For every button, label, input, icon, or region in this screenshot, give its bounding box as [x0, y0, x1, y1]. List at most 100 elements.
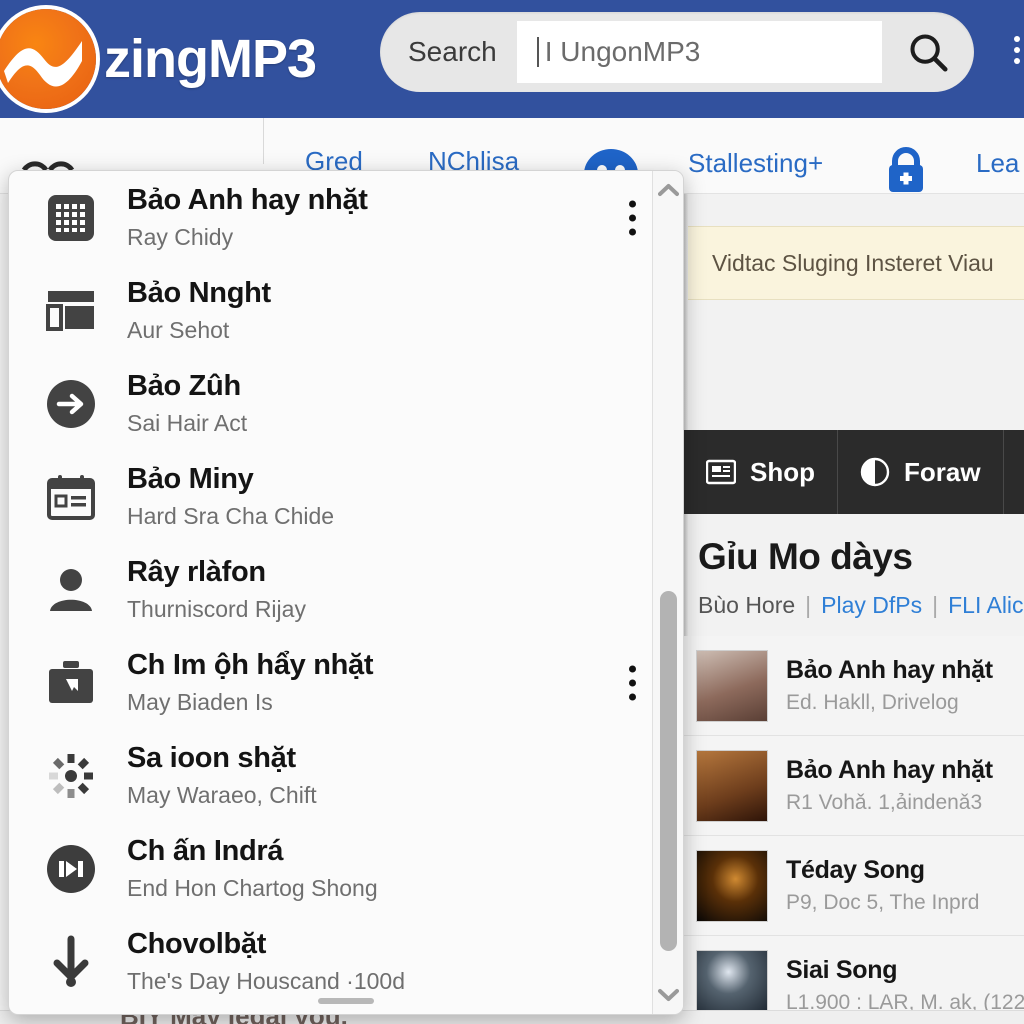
separator: | — [932, 592, 939, 618]
dropdown-scrollbar[interactable] — [652, 171, 683, 1014]
zing-wave-logo-icon — [0, 9, 96, 109]
result-texts: Bảo Anh hay nhặt Ed. Hakll, Drivelog — [786, 656, 993, 715]
list-item[interactable]: Bảo Miny Hard Sra Cha Chide — [9, 450, 654, 543]
list-item-texts: Sa ioon shặt May Waraeo, Chift — [127, 742, 654, 809]
toolbar-item-foraw[interactable]: Foraw — [838, 430, 1004, 514]
kebab-dot — [629, 228, 636, 235]
result-thumbnail — [696, 749, 768, 822]
list-item-overflow-menu[interactable] — [629, 665, 636, 700]
nav-link-stallesting[interactable]: Stallesting+ — [688, 148, 823, 179]
result-row[interactable]: Bảo Anh hay nhặt R1 Vohǎ. 1,ảindenǎ3 — [684, 736, 1024, 836]
result-texts: Téday Song P9, Doc 5, The Inprd — [786, 856, 979, 915]
scrollbar-thumb[interactable] — [660, 591, 677, 951]
section-link-fli-alic[interactable]: FLI Alic — [948, 592, 1023, 619]
kebab-dot — [629, 679, 636, 686]
list-item-subtitle: May Waraeo, Chift — [127, 782, 317, 808]
list-item-title: Bảo Nnght — [127, 277, 271, 309]
notice-banner: Vidtac Sluging Insteret Viau — [684, 226, 1024, 300]
magnifier-icon — [910, 34, 948, 72]
section-header: Gỉu Mo dàys Bùo Hore | Play DfPs | FLI A… — [698, 536, 1024, 619]
list-item-texts: Bảo Zûh Sai Hair Act — [127, 370, 654, 437]
app-header: zingMP3 Search I UngonMP3 — [0, 0, 1024, 118]
list-item-title: Sa ioon shặt — [127, 742, 296, 774]
list-item-title: Ch Im ộh hẩy nhặt — [127, 649, 374, 681]
arrow-right-circle-icon — [45, 378, 97, 430]
video-folder-icon — [45, 657, 97, 709]
list-item-subtitle: Thurniscord Rijay — [127, 596, 306, 622]
list-item-overflow-menu[interactable] — [629, 200, 636, 235]
list-item[interactable]: Chovolbặt The's Day Houscand ·100d — [9, 915, 654, 1008]
list-item-title: Ch ấn Indrá — [127, 835, 284, 867]
search-input[interactable]: I UngonMP3 — [516, 21, 882, 83]
list-item[interactable]: Bảo Anh hay nhặt Ray Chidy — [9, 171, 654, 264]
nav-divider — [263, 118, 264, 164]
notice-text: Vidtac Sluging Insteret Viau — [712, 249, 994, 276]
result-subtitle: R1 Vohǎ. 1,ảindenǎ3 — [786, 791, 983, 814]
list-item[interactable]: Ch ấn Indrá End Hon Chartog Shong — [9, 822, 654, 915]
sheet-drag-handle[interactable] — [318, 998, 374, 1004]
kebab-dot — [629, 214, 636, 221]
result-list: Bảo Anh hay nhặt Ed. Hakll, Drivelog Bảo… — [684, 636, 1024, 1024]
list-item-title: Bảo Miny — [127, 463, 254, 495]
chevron-down-icon[interactable] — [653, 978, 683, 1012]
list-item-title: Bảo Anh hay nhặt — [127, 184, 368, 216]
app-root: zingMP3 Search I UngonMP3 Gred NChlisa S… — [0, 0, 1024, 1024]
chevron-up-icon[interactable] — [653, 173, 683, 207]
list-item-subtitle: Ray Chidy — [127, 224, 234, 250]
text-caret — [536, 37, 539, 67]
spinner-icon — [45, 750, 97, 802]
list-item-subtitle: Aur Sehot — [127, 317, 230, 343]
toolbar-label: Foraw — [904, 456, 981, 487]
result-row[interactable]: Téday Song P9, Doc 5, The Inprd — [684, 836, 1024, 936]
dark-toolbar: Shop Foraw — [684, 430, 1024, 514]
header-overflow-menu[interactable] — [1014, 36, 1020, 64]
list-item[interactable]: Sa ioon shặt May Waraeo, Chift — [9, 729, 654, 822]
list-item-texts: Bảo Miny Hard Sra Cha Chide — [127, 463, 654, 530]
toolbar-label: Shop — [750, 456, 815, 487]
result-thumbnail — [696, 649, 768, 722]
list-item-texts: Chovolbặt The's Day Houscand ·100d — [127, 928, 654, 995]
result-row[interactable]: Bảo Anh hay nhặt Ed. Hakll, Drivelog — [684, 636, 1024, 736]
separator: | — [805, 592, 812, 618]
section-link-static: Bùo Hore — [698, 592, 796, 618]
kebab-dot — [629, 693, 636, 700]
blue-lock-icon[interactable] — [882, 144, 930, 199]
list-item-title: Bảo Zûh — [127, 370, 241, 402]
list-item[interactable]: Rây rlàfon Thurniscord Rijay — [9, 543, 654, 636]
list-item-title: Rây rlàfon — [127, 556, 266, 588]
list-item-texts: Bảo Nnght Aur Sehot — [127, 277, 654, 344]
result-title: Siai Song — [786, 956, 898, 984]
list-item-texts: Bảo Anh hay nhặt Ray Chidy — [127, 184, 654, 251]
nav-link-lea[interactable]: Lea — [976, 148, 1019, 179]
calendar-list-icon — [45, 471, 97, 523]
result-subtitle: Ed. Hakll, Drivelog — [786, 691, 959, 714]
list-item[interactable]: Bảo Zûh Sai Hair Act — [9, 357, 654, 450]
eyes-glyph-icon — [20, 140, 78, 174]
person-icon — [45, 564, 97, 616]
search-bar[interactable]: Search I UngonMP3 — [380, 12, 974, 92]
list-item[interactable]: Ch Im ộh hẩy nhặt May Biaden Is — [9, 636, 654, 729]
list-item-subtitle: Hard Sra Cha Chide — [127, 503, 335, 529]
list-item-texts: Ch ấn Indrá End Hon Chartog Shong — [127, 835, 654, 902]
list-item-subtitle: End Hon Chartog Shong — [127, 875, 378, 901]
list-item-subtitle: Sai Hair Act — [127, 410, 248, 436]
list-item-subtitle: May Biaden Is — [127, 689, 273, 715]
skip-next-icon — [45, 843, 97, 895]
brand-logo[interactable]: zingMP3 — [0, 9, 317, 109]
list-item-subtitle: The's Day Houscand ·100d — [127, 968, 405, 994]
result-texts: Bảo Anh hay nhặt R1 Vohǎ. 1,ảindenǎ3 — [786, 756, 993, 815]
section-links: Bùo Hore | Play DfPs | FLI Alic — [698, 592, 1024, 619]
result-thumbnail — [696, 849, 768, 922]
suggestion-list: Bảo Anh hay nhặt Ray Chidy Bảo Nnght Aur… — [9, 171, 654, 1014]
right-content-column: Vidtac Sluging Insteret Viau Shop Foraw … — [684, 194, 1024, 1024]
search-input-value: I UngonMP3 — [544, 36, 701, 67]
result-texts: Siai Song L1.900 : LAR, M. ak, (122 — [786, 956, 1024, 1015]
list-item[interactable]: Bảo Nnght Aur Sehot — [9, 264, 654, 357]
search-submit-button[interactable] — [882, 29, 974, 75]
image-card-icon — [706, 459, 736, 485]
kebab-dot — [1014, 58, 1020, 64]
section-link-play-dfps[interactable]: Play DfPs — [821, 592, 922, 619]
toolbar-item-shop[interactable]: Shop — [684, 430, 838, 514]
kebab-dot — [1014, 47, 1020, 53]
kebab-dot — [629, 665, 636, 672]
